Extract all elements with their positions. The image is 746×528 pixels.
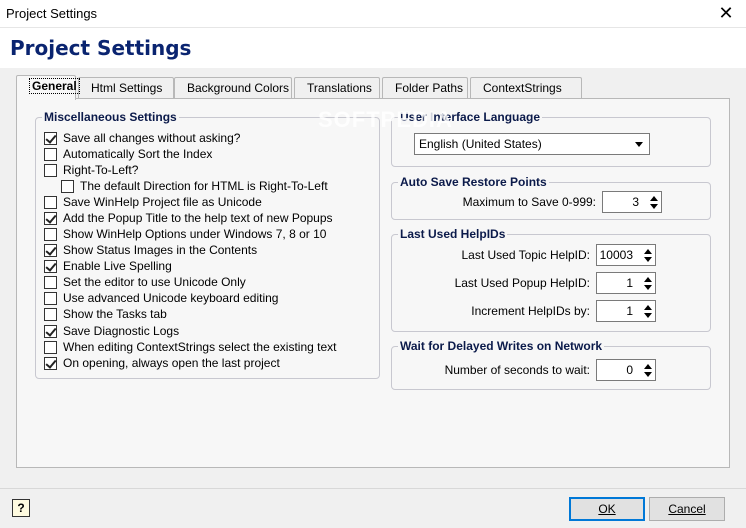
checkbox-save-without-asking[interactable]: Save all changes without asking?	[44, 130, 240, 146]
network-wait-stepper[interactable]: 0	[596, 359, 656, 381]
checkbox-right-to-left[interactable]: Right-To-Left?	[44, 162, 138, 178]
ok-button[interactable]: OK	[569, 497, 645, 521]
network-wait-group: Wait for Delayed Writes on Network Numbe…	[391, 339, 711, 390]
helpids-title: Last Used HelpIDs	[398, 227, 508, 241]
checkbox-save-diagnostic-logs[interactable]: Save Diagnostic Logs	[44, 323, 179, 339]
checkbox-show-status-images[interactable]: Show Status Images in the Contents	[44, 242, 257, 258]
checkbox-unicode-only[interactable]: Set the editor to use Unicode Only	[44, 274, 246, 290]
close-icon[interactable]: ✕	[716, 3, 736, 24]
topic-helpid-stepper[interactable]: 10003	[596, 244, 656, 266]
help-icon[interactable]: ?	[12, 499, 30, 517]
checkbox-auto-sort-index[interactable]: Automatically Sort the Index	[44, 146, 212, 162]
checkbox-select-existing-contextstring[interactable]: When editing ContextStrings select the e…	[44, 339, 336, 355]
spin-up-icon[interactable]	[650, 196, 658, 201]
network-wait-label: Number of seconds to wait:	[444, 363, 590, 377]
dialog-body: General Html Settings Background Colors …	[0, 68, 746, 488]
tab-background-colors[interactable]: Background Colors	[174, 77, 292, 99]
spin-down-icon[interactable]	[644, 372, 652, 377]
language-select-value: English (United States)	[419, 137, 542, 151]
increment-helpid-value: 1	[626, 304, 633, 318]
dialog-footer: ? OK Cancel	[0, 488, 746, 528]
checkbox-icon[interactable]	[44, 324, 57, 338]
checkbox-icon[interactable]	[44, 131, 57, 145]
topic-helpid-value: 10003	[599, 248, 633, 262]
ui-language-group: User Interface Language English (United …	[391, 110, 711, 167]
checkbox-add-popup-title[interactable]: Add the Popup Title to the help text of …	[44, 210, 333, 226]
helpids-group: Last Used HelpIDs Last Used Topic HelpID…	[391, 227, 711, 332]
checkbox-open-last-project[interactable]: On opening, always open the last project	[44, 355, 280, 371]
checkbox-advanced-unicode-keyboard[interactable]: Use advanced Unicode keyboard editing	[44, 290, 278, 306]
checkbox-icon[interactable]	[44, 307, 57, 321]
checkbox-icon[interactable]	[44, 163, 57, 177]
tab-html-settings[interactable]: Html Settings	[78, 77, 174, 99]
increment-helpid-label: Increment HelpIDs by:	[471, 304, 590, 318]
window-title: Project Settings	[6, 6, 98, 21]
language-select[interactable]: English (United States)	[414, 133, 650, 155]
spin-up-icon[interactable]	[644, 249, 652, 254]
spin-down-icon[interactable]	[644, 313, 652, 318]
spin-down-icon[interactable]	[650, 204, 658, 209]
spin-down-icon[interactable]	[644, 257, 652, 262]
popup-helpid-value: 1	[626, 276, 633, 290]
tab-contextstrings[interactable]: ContextStrings	[470, 77, 582, 99]
checkbox-icon[interactable]	[44, 275, 57, 289]
checkbox-save-winhelp-unicode[interactable]: Save WinHelp Project file as Unicode	[44, 194, 262, 210]
autosave-group: Auto Save Restore Points Maximum to Save…	[391, 175, 711, 220]
increment-helpid-stepper[interactable]: 1	[596, 300, 656, 322]
tab-folder-paths[interactable]: Folder Paths	[382, 77, 468, 99]
misc-settings-title: Miscellaneous Settings	[42, 110, 179, 124]
checkbox-icon[interactable]	[44, 291, 57, 305]
autosave-stepper[interactable]: 3	[602, 191, 662, 213]
general-tab-panel: Miscellaneous Settings Save all changes …	[16, 98, 730, 468]
topic-helpid-label: Last Used Topic HelpID:	[461, 248, 590, 262]
tab-translations[interactable]: Translations	[294, 77, 380, 99]
checkbox-icon[interactable]	[44, 147, 57, 161]
dialog-header: Project Settings	[0, 28, 746, 68]
checkbox-icon[interactable]	[44, 227, 57, 241]
autosave-label: Maximum to Save 0-999:	[462, 195, 596, 209]
chevron-down-icon	[635, 142, 643, 147]
network-wait-title: Wait for Delayed Writes on Network	[398, 339, 605, 353]
spin-down-icon[interactable]	[644, 285, 652, 290]
popup-helpid-label: Last Used Popup HelpID:	[454, 276, 590, 290]
checkbox-icon[interactable]	[44, 211, 57, 225]
checkbox-icon[interactable]	[44, 259, 57, 273]
ui-language-title: User Interface Language	[398, 110, 543, 124]
checkbox-icon[interactable]	[44, 356, 57, 370]
popup-helpid-stepper[interactable]: 1	[596, 272, 656, 294]
checkbox-icon[interactable]	[44, 243, 57, 257]
checkbox-icon[interactable]	[44, 340, 57, 354]
network-wait-value: 0	[626, 363, 633, 377]
checkbox-icon[interactable]	[61, 179, 74, 193]
spin-up-icon[interactable]	[644, 305, 652, 310]
misc-settings-group: Miscellaneous Settings Save all changes …	[35, 110, 380, 379]
checkbox-show-winhelp-options[interactable]: Show WinHelp Options under Windows 7, 8 …	[44, 226, 326, 242]
checkbox-live-spelling[interactable]: Enable Live Spelling	[44, 258, 172, 274]
spin-up-icon[interactable]	[644, 364, 652, 369]
window-titlebar: Project Settings ✕	[0, 0, 746, 28]
autosave-title: Auto Save Restore Points	[398, 175, 549, 189]
checkbox-icon[interactable]	[44, 195, 57, 209]
spin-up-icon[interactable]	[644, 277, 652, 282]
autosave-value: 3	[632, 195, 639, 209]
checkbox-show-tasks-tab[interactable]: Show the Tasks tab	[44, 306, 167, 322]
tab-general[interactable]: General	[16, 75, 80, 100]
checkbox-default-direction-rtl[interactable]: The default Direction for HTML is Right-…	[61, 178, 328, 194]
cancel-button[interactable]: Cancel	[649, 497, 725, 521]
page-title: Project Settings	[10, 36, 192, 60]
